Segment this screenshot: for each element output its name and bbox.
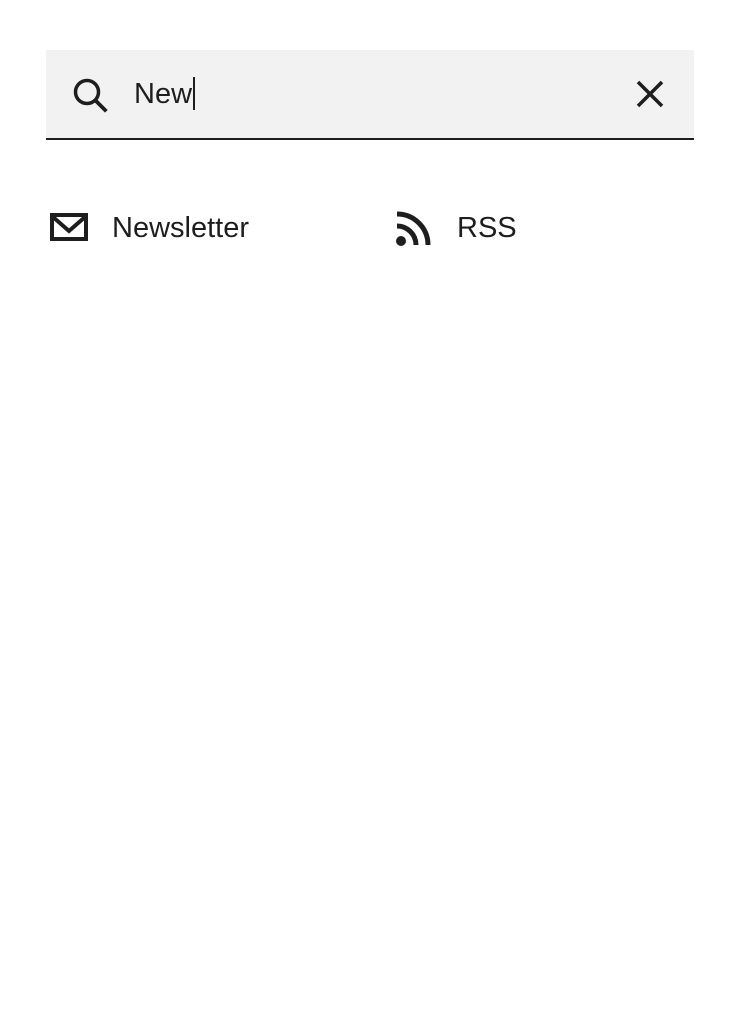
search-bar: New [46, 50, 694, 140]
search-input-value: New [134, 78, 193, 110]
close-icon [632, 80, 668, 115]
rss-icon [395, 209, 433, 247]
search-results: Newsletter RSS [46, 200, 694, 260]
result-label-newsletter: Newsletter [112, 212, 249, 244]
search-input-display[interactable]: New [134, 76, 196, 112]
result-item-newsletter[interactable]: Newsletter [50, 200, 249, 256]
envelope-icon [50, 209, 88, 247]
clear-search-button[interactable] [632, 76, 668, 112]
search-icon [72, 77, 108, 113]
text-caret [193, 77, 196, 110]
result-label-rss: RSS [457, 212, 517, 244]
result-item-rss[interactable]: RSS [395, 200, 517, 256]
